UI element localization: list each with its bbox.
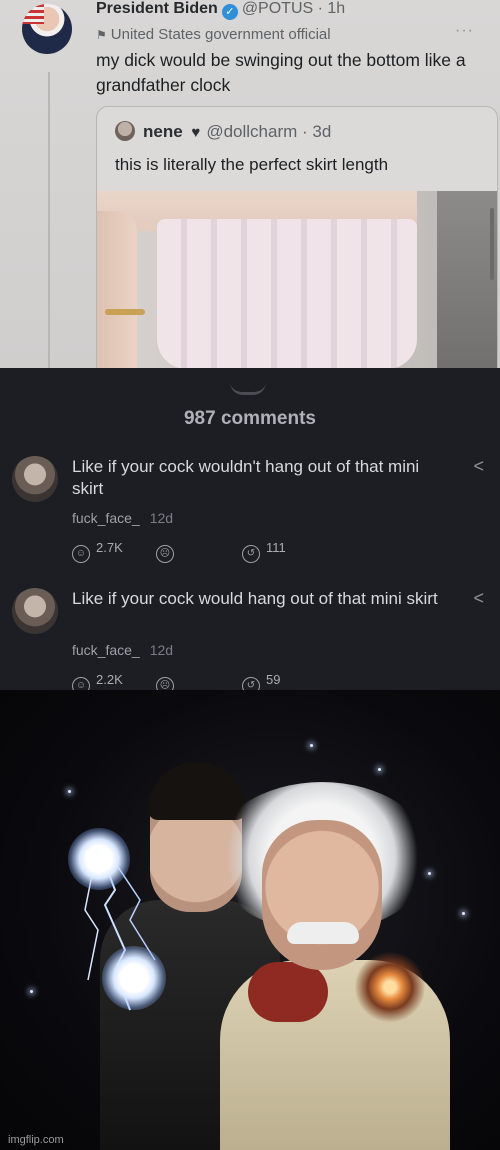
- caricature-artwork: imgflip.com: [0, 690, 500, 1150]
- comment-author[interactable]: fuck_face_: [72, 642, 140, 658]
- thread-line: [48, 72, 50, 368]
- quote-author-name: nene: [143, 122, 183, 141]
- tweet-header: President Biden ✓ @POTUS · 1h: [96, 0, 345, 20]
- comment-time: 12d: [149, 642, 174, 658]
- reply-button[interactable]: ↺ 111: [242, 540, 286, 563]
- tweet-screenshot: President Biden ✓ @POTUS · 1h ⚑ United Stat…: [0, 0, 500, 368]
- reply-count: 111: [266, 540, 286, 555]
- scrollbar-thumb[interactable]: [490, 208, 494, 280]
- author-handle[interactable]: @POTUS: [242, 0, 313, 17]
- share-icon[interactable]: <: [473, 588, 484, 609]
- commenter-avatar[interactable]: [12, 588, 58, 634]
- like-count: 2.2K: [96, 672, 123, 687]
- dislike-icon: ☹: [156, 545, 174, 563]
- comment-time: 12d: [149, 510, 174, 526]
- share-icon[interactable]: <: [473, 456, 484, 477]
- comment-author-line: fuck_face_ 12d: [72, 642, 173, 658]
- dislike-button[interactable]: ☹: [156, 672, 180, 690]
- like-button[interactable]: ☺ 2.7K: [72, 540, 123, 563]
- quoted-tweet-photo[interactable]: [97, 191, 497, 368]
- heart-icon: ♥: [191, 124, 201, 141]
- einstein-scarf: [248, 962, 328, 1022]
- comment-author[interactable]: fuck_face_: [72, 510, 140, 526]
- account-label: ⚑ United States government official: [96, 26, 331, 43]
- reply-button[interactable]: ↺ 59: [242, 672, 280, 690]
- like-count: 2.7K: [96, 540, 123, 555]
- watermark: imgflip.com: [8, 1134, 64, 1146]
- author-name[interactable]: President Biden: [96, 0, 218, 17]
- comments-count: 987 comments: [183, 408, 316, 429]
- reply-count: 59: [266, 672, 281, 687]
- quoted-tweet[interactable]: nene ♥ @dollcharm · 3d this is literally …: [96, 106, 498, 368]
- einstein-mustache: [287, 922, 359, 944]
- comment-item: Like if your cock wouldn't hang out of t…: [0, 456, 500, 586]
- comment-text: Like if your cock would hang out of that…: [72, 589, 438, 608]
- reply-icon: ↺: [242, 545, 260, 563]
- quoted-tweet-text: this is literally the perfect skirt leng…: [115, 155, 389, 174]
- comment-author-line: fuck_face_ 12d: [72, 510, 173, 526]
- comments-panel: 987 comments Like if your cock wouldn't …: [0, 368, 500, 690]
- commenter-avatar[interactable]: [12, 456, 58, 502]
- reply-icon: ↺: [242, 677, 260, 690]
- account-label-text: United States government official: [110, 26, 331, 43]
- tweet-text: my dick would be swinging out the bottom…: [96, 50, 466, 95]
- einstein-head: [262, 820, 382, 970]
- star: [30, 990, 33, 993]
- quoted-tweet-header: nene ♥ @dollcharm · 3d: [115, 121, 331, 142]
- star: [378, 768, 381, 771]
- drag-handle-icon[interactable]: [230, 382, 266, 395]
- author-avatar[interactable]: [22, 4, 72, 54]
- comment-text: Like if your cock wouldn't hang out of t…: [72, 457, 420, 498]
- quote-author-avatar: [115, 121, 135, 141]
- quote-author-handle: @dollcharm · 3d: [206, 122, 332, 141]
- star: [310, 744, 313, 747]
- verified-icon: ✓: [221, 4, 238, 20]
- like-icon: ☺: [72, 545, 90, 563]
- more-icon[interactable]: ···: [455, 22, 474, 40]
- star: [68, 790, 71, 793]
- like-icon: ☺: [72, 677, 90, 690]
- energy-orb-lower: [102, 946, 166, 1010]
- dislike-button[interactable]: ☹: [156, 540, 180, 563]
- tweet-time: · 1h: [317, 0, 346, 17]
- photo-chair: [437, 191, 497, 368]
- star: [462, 912, 465, 915]
- like-button[interactable]: ☺ 2.2K: [72, 672, 123, 690]
- energy-orb-upper: [68, 828, 130, 890]
- photo-skirt: [157, 219, 417, 368]
- galaxy-in-hand: [355, 952, 425, 1022]
- comment-item: Like if your cock would hang out of that…: [0, 588, 500, 690]
- photo-bracelet: [105, 309, 145, 315]
- flag-image: [22, 4, 44, 24]
- dislike-icon: ☹: [156, 677, 174, 690]
- flag-icon: ⚑: [96, 28, 107, 42]
- photo-arm: [97, 211, 137, 368]
